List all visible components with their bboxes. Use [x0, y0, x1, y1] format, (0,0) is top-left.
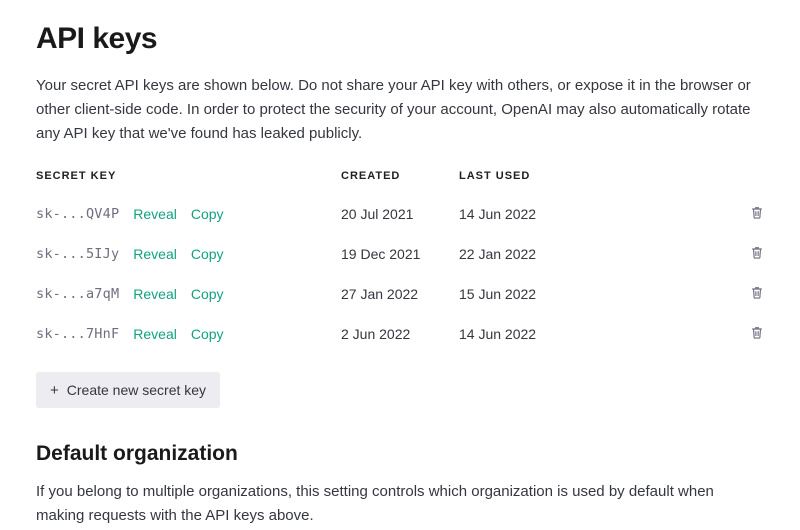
table-row: sk-...7HnF Reveal Copy 2 Jun 202214 Jun 202…: [36, 314, 764, 354]
last-used-cell: 22 Jan 2022: [459, 234, 599, 274]
trash-icon: [750, 325, 764, 343]
last-used-cell: 14 Jun 2022: [459, 194, 599, 234]
col-header-last-used: LAST USED: [459, 170, 599, 194]
copy-link[interactable]: Copy: [191, 246, 224, 262]
delete-key-button[interactable]: [750, 325, 764, 343]
created-cell: 27 Jan 2022: [341, 274, 459, 314]
trash-icon: [750, 205, 764, 223]
last-used-cell: 14 Jun 2022: [459, 314, 599, 354]
key-mask: sk-...7HnF: [36, 326, 119, 342]
delete-key-button[interactable]: [750, 285, 764, 303]
default-organization-heading: Default organization: [36, 442, 764, 466]
create-new-secret-key-button[interactable]: + Create new secret key: [36, 372, 220, 408]
delete-key-button[interactable]: [750, 205, 764, 223]
reveal-link[interactable]: Reveal: [133, 326, 177, 342]
last-used-cell: 15 Jun 2022: [459, 274, 599, 314]
key-mask: sk-...a7qM: [36, 286, 119, 302]
default-organization-description: If you belong to multiple organizations,…: [36, 480, 764, 528]
api-keys-table: SECRET KEY CREATED LAST USED sk-...QV4P R…: [36, 170, 764, 354]
table-row: sk-...5IJy Reveal Copy 19 Dec 202122 Jan 20…: [36, 234, 764, 274]
col-header-created: CREATED: [341, 170, 459, 194]
page-title: API keys: [36, 22, 764, 56]
plus-icon: +: [50, 383, 59, 398]
created-cell: 2 Jun 2022: [341, 314, 459, 354]
reveal-link[interactable]: Reveal: [133, 286, 177, 302]
reveal-link[interactable]: Reveal: [133, 246, 177, 262]
trash-icon: [750, 245, 764, 263]
table-row: sk-...a7qM Reveal Copy 27 Jan 202215 Jun 20…: [36, 274, 764, 314]
table-row: sk-...QV4P Reveal Copy 20 Jul 202114 Jun 20…: [36, 194, 764, 234]
key-mask: sk-...5IJy: [36, 246, 119, 262]
created-cell: 20 Jul 2021: [341, 194, 459, 234]
copy-link[interactable]: Copy: [191, 206, 224, 222]
col-header-secret-key: SECRET KEY: [36, 170, 341, 194]
page-description: Your secret API keys are shown below. Do…: [36, 74, 764, 146]
copy-link[interactable]: Copy: [191, 326, 224, 342]
copy-link[interactable]: Copy: [191, 286, 224, 302]
created-cell: 19 Dec 2021: [341, 234, 459, 274]
trash-icon: [750, 285, 764, 303]
reveal-link[interactable]: Reveal: [133, 206, 177, 222]
create-button-label: Create new secret key: [67, 382, 206, 398]
delete-key-button[interactable]: [750, 245, 764, 263]
key-mask: sk-...QV4P: [36, 206, 119, 222]
